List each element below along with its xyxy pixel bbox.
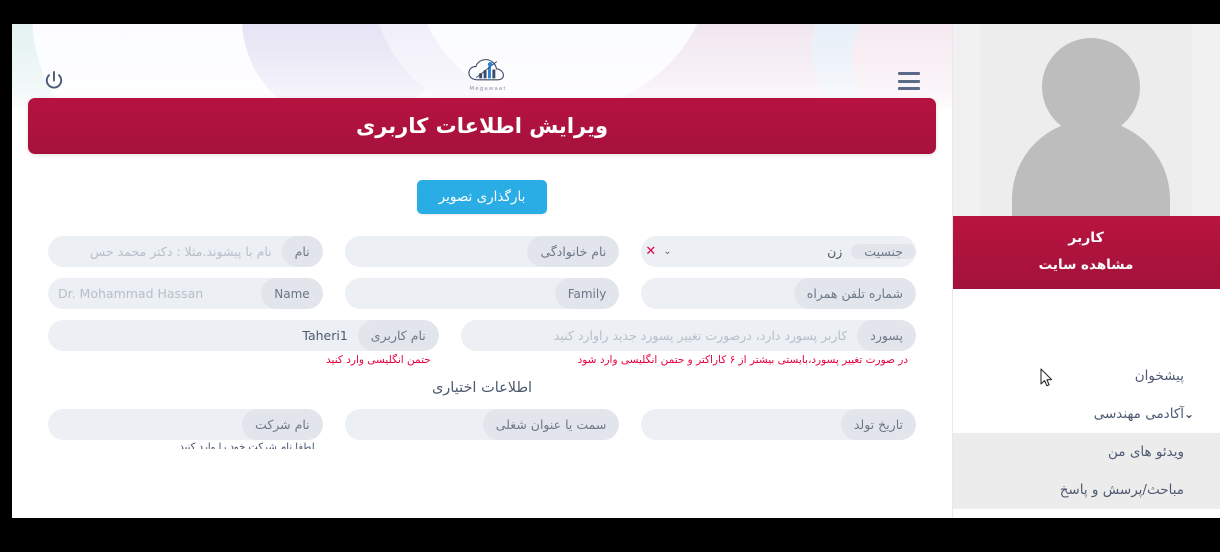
upload-row: بارگذاری تصویر <box>48 180 916 214</box>
chevron-down-icon[interactable]: ⌄ <box>660 246 682 257</box>
avatar-body-shape <box>1012 120 1170 216</box>
family-en-field-wrap: Family <box>344 278 620 309</box>
job-title-field-wrap: سمت یا عنوان شغلی <box>344 409 620 449</box>
sidebar-item-discussions-qa[interactable]: مباحث/پرسش و پاسخ <box>953 471 1220 509</box>
form-row-3: پسورد در صورت تغییر پسورد،بایستی بیشتر ا… <box>48 320 916 367</box>
username-helper-text: حتمن انگلیسی وارد کنید <box>326 354 431 366</box>
optional-section-title: اطلاعات اختیاری <box>431 380 533 396</box>
user-role-label: کاربر <box>1068 230 1104 246</box>
user-info-form: بارگذاری تصویر جنسیت زن ⌄ ✕ نام خانوادگی <box>28 154 936 518</box>
sidebar-item-label: پیشخوان <box>1134 368 1184 384</box>
birthdate-label: تاریخ تولد <box>840 409 916 440</box>
mobile-label: شماره تلفن همراه <box>793 278 916 309</box>
job-title-label: سمت یا عنوان شغلی <box>482 409 620 440</box>
letterbox-top <box>0 0 1220 24</box>
hamburger-icon[interactable] <box>898 72 920 90</box>
name-en-input[interactable] <box>47 278 262 309</box>
logo-wordmark: Megawaat <box>469 86 507 92</box>
name-label: نام <box>281 236 323 267</box>
family-input[interactable] <box>344 236 528 267</box>
sidebar-item-engineering-academy[interactable]: ⌄ آکادمی مهندسی <box>953 395 1220 433</box>
company-label: نام شرکت <box>242 409 323 440</box>
family-field-wrap: نام خانوادگی <box>344 236 620 267</box>
company-field-wrap: نام شرکت لطفا نام شرکت خود را وارد کنید <box>47 409 323 449</box>
family-label: نام خانوادگی <box>527 236 620 267</box>
name-en-label: Name <box>261 278 323 309</box>
mobile-input-group[interactable]: شماره تلفن همراه <box>641 278 916 309</box>
page-title-banner: ویرایش اطلاعات کاربری <box>28 98 936 154</box>
upload-image-button[interactable]: بارگذاری تصویر <box>416 180 548 214</box>
username-input-group[interactable]: نام کاربری <box>48 320 439 351</box>
gender-select[interactable]: جنسیت زن ⌄ ✕ <box>641 236 916 267</box>
password-field-wrap: پسورد در صورت تغییر پسورد،بایستی بیشتر ا… <box>460 320 916 367</box>
name-input-group[interactable]: نام <box>47 236 323 267</box>
sidebar-nav: پیشخوان ⌄ آکادمی مهندسی ویدئو های من مبا… <box>953 357 1220 509</box>
sidebar-spacer <box>953 289 1220 357</box>
sidebar-item-dashboard[interactable]: پیشخوان <box>953 357 1220 395</box>
screen-root: Megawaat ویرایش اطلاعات کاربری بارگذاری … <box>0 0 1220 552</box>
password-label: پسورد <box>857 320 916 351</box>
company-input[interactable] <box>47 409 243 440</box>
username-label: نام کاربری <box>357 320 439 351</box>
family-en-input[interactable] <box>344 278 555 309</box>
page-title: ویرایش اطلاعات کاربری <box>355 114 609 138</box>
name-field-wrap: نام <box>47 236 323 267</box>
birthdate-field-wrap: تاریخ تولد <box>641 409 916 449</box>
mobile-input[interactable] <box>641 278 794 309</box>
form-row-4: تاریخ تولد سمت یا عنوان شغلی نام شرکت لط… <box>47 409 916 449</box>
form-row-1: جنسیت زن ⌄ ✕ نام خانوادگی نام <box>47 236 916 267</box>
right-sidebar: کاربر مشاهده سایت پیشخوان ⌄ آکادمی مهندس… <box>952 24 1220 518</box>
view-site-link[interactable]: مشاهده سایت <box>953 257 1220 273</box>
letterbox-left <box>0 24 12 518</box>
family-en-input-group[interactable]: Family <box>344 278 620 309</box>
avatar-frame <box>980 24 1192 216</box>
sidebar-item-label: آکادمی مهندسی <box>1093 406 1184 422</box>
job-title-input[interactable] <box>344 409 483 440</box>
name-en-input-group[interactable]: Name <box>47 278 323 309</box>
clear-icon[interactable]: ✕ <box>641 245 660 258</box>
gender-value: زن <box>827 244 843 259</box>
birthdate-input[interactable] <box>641 409 841 440</box>
sidebar-item-label: ویدئو های من <box>1108 444 1184 460</box>
sidebar-item-label: مباحث/پرسش و پاسخ <box>1059 482 1184 498</box>
company-input-group[interactable]: نام شرکت <box>47 409 323 440</box>
avatar <box>953 24 1220 216</box>
password-input[interactable] <box>460 320 858 351</box>
main-app-area: Megawaat ویرایش اطلاعات کاربری بارگذاری … <box>12 24 952 518</box>
name-input[interactable] <box>47 236 282 267</box>
gender-label: جنسیت <box>851 244 916 259</box>
gender-field-wrap: جنسیت زن ⌄ ✕ <box>641 236 916 267</box>
family-en-label: Family <box>554 278 620 309</box>
cloud-chart-logo-icon <box>468 59 504 81</box>
form-row-2: شماره تلفن همراه Family Name <box>47 278 916 309</box>
birthdate-input-group[interactable]: تاریخ تولد <box>641 409 916 440</box>
password-helper-text: در صورت تغییر پسورد،بایستی بیشتر از ۶ کا… <box>577 354 908 366</box>
company-helper-text-clipped: لطفا نام شرکت خود را وارد کنید <box>179 442 315 449</box>
letterbox-bottom <box>0 518 1220 552</box>
password-input-group[interactable]: پسورد <box>460 320 916 351</box>
family-input-group[interactable]: نام خانوادگی <box>344 236 620 267</box>
sidebar-item-my-videos[interactable]: ویدئو های من <box>953 433 1220 471</box>
mobile-field-wrap: شماره تلفن همراه <box>641 278 916 309</box>
user-info-band: کاربر مشاهده سایت <box>953 216 1220 289</box>
chevron-down-icon[interactable]: ⌄ <box>1184 408 1204 420</box>
name-en-field-wrap: Name <box>47 278 323 309</box>
username-field-wrap: نام کاربری حتمن انگلیسی وارد کنید <box>48 320 439 367</box>
site-logo[interactable]: Megawaat <box>457 57 519 99</box>
job-title-input-group[interactable]: سمت یا عنوان شغلی <box>344 409 620 440</box>
power-icon[interactable] <box>42 69 66 93</box>
username-input[interactable] <box>48 320 358 351</box>
